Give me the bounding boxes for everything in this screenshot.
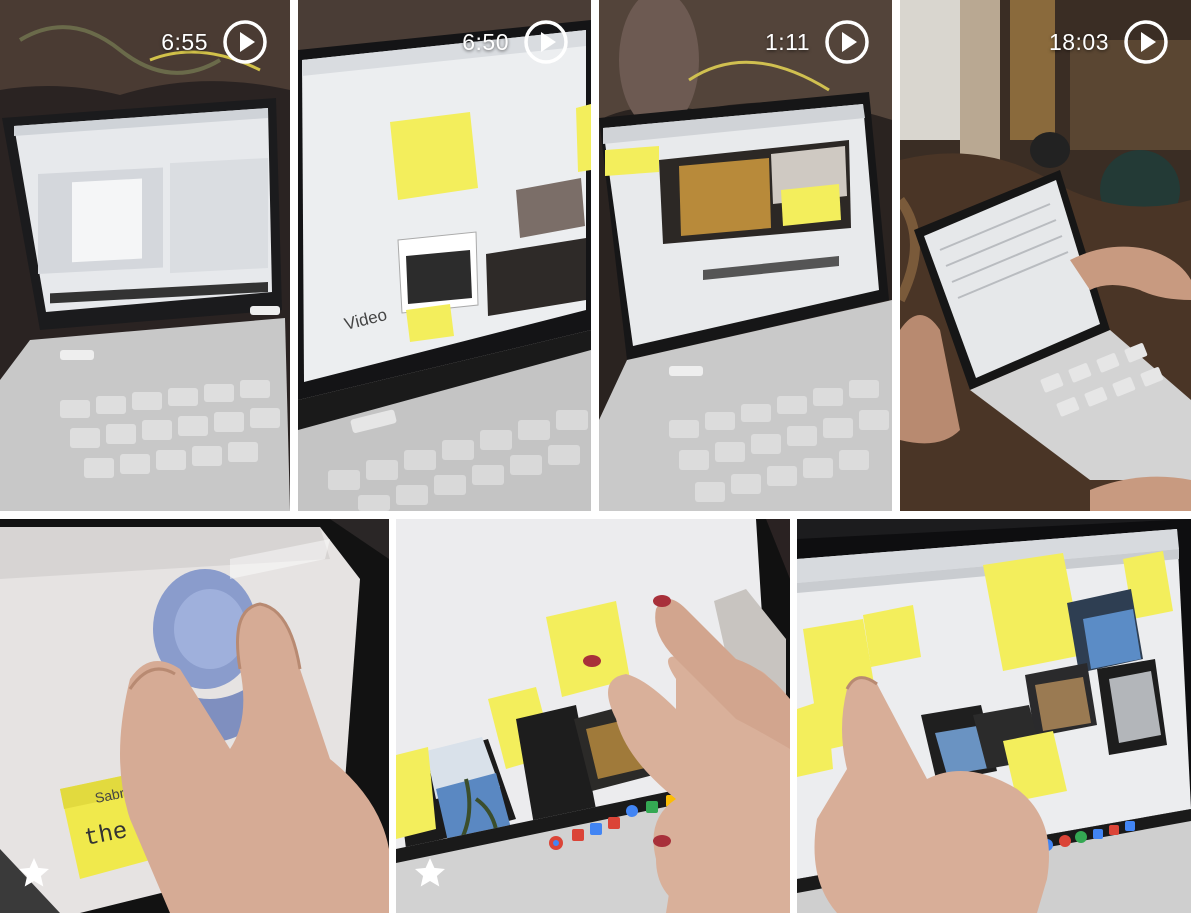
video-thumbnail-3[interactable]: 1:11	[599, 0, 892, 511]
laptop-screen-image	[0, 0, 290, 511]
photo-thumbnail-3[interactable]	[797, 519, 1191, 913]
play-circle-icon[interactable]	[523, 19, 569, 65]
video-duration: 1:11	[764, 28, 810, 55]
star-icon[interactable]	[16, 855, 52, 891]
photo-thumbnail-2[interactable]	[396, 519, 790, 913]
video-duration-badge: 6:55	[161, 19, 268, 65]
star-icon[interactable]	[412, 855, 448, 891]
play-circle-icon[interactable]	[222, 19, 268, 65]
video-duration: 6:55	[161, 28, 208, 55]
play-circle-icon[interactable]	[1123, 19, 1169, 65]
video-duration-badge: 18:03	[1049, 19, 1169, 65]
video-thumbnail-1[interactable]: 6:55	[0, 0, 290, 511]
video-thumbnail-4[interactable]: 18:03	[900, 0, 1191, 511]
touchscreen-photo: Sabrina El the fragi	[0, 519, 389, 913]
touchscreen-photo	[396, 519, 790, 913]
video-duration: 18:03	[1048, 28, 1109, 55]
video-duration-badge: 6:50	[462, 19, 569, 65]
laptop-screen-image	[900, 0, 1191, 511]
touchscreen-photo	[797, 519, 1191, 913]
play-circle-icon[interactable]	[824, 19, 870, 65]
laptop-screen-image: Video	[298, 0, 591, 511]
video-duration: 6:50	[462, 28, 509, 55]
video-thumbnail-2[interactable]: Video 6:50	[298, 0, 591, 511]
photo-thumbnail-1[interactable]: Sabrina El the fragi	[0, 519, 389, 913]
video-duration-badge: 1:11	[765, 19, 870, 65]
laptop-screen-image	[599, 0, 892, 511]
